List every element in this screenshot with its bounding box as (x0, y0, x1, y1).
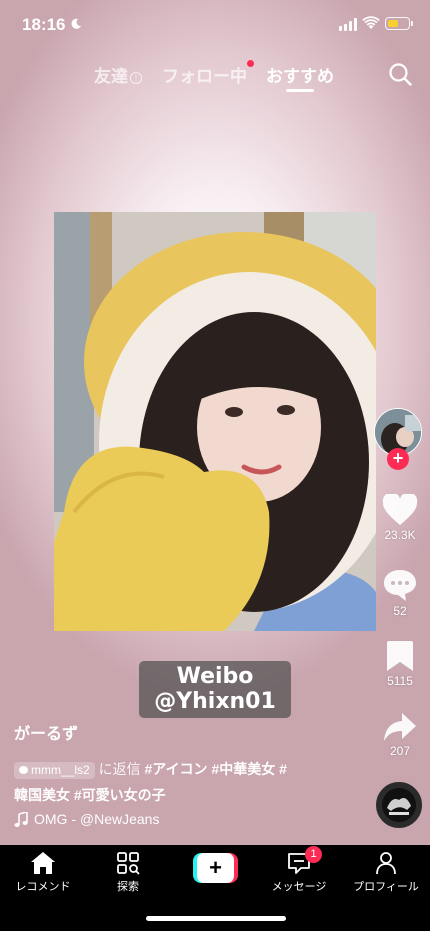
nav-inbox-label: メッセージ (271, 881, 327, 893)
music-disc[interactable] (376, 782, 422, 828)
reply-chip[interactable]: mmm__ls2 (14, 762, 95, 779)
inbox-badge: 1 (305, 846, 322, 863)
save-count: 5115 (387, 674, 413, 688)
watermark-line2: @Yhixn01 (154, 689, 276, 714)
signal-icon (339, 17, 357, 31)
status-time: 18:16 (22, 15, 66, 34)
profile-person-icon (376, 852, 396, 875)
bookmark-icon (387, 641, 413, 671)
share-count: 207 (389, 744, 411, 758)
create-button[interactable]: + (193, 853, 238, 883)
like-button[interactable]: 23.3K (370, 494, 430, 542)
share-button[interactable]: 207 (370, 712, 430, 758)
watermark: Weibo @Yhixn01 (139, 661, 291, 718)
hashtags-line2[interactable]: 韓国美女 #可愛い女の子 (14, 787, 166, 803)
reply-label: に返信 (98, 761, 141, 777)
post-photo[interactable] (54, 212, 376, 631)
home-icon (31, 852, 55, 874)
photo-illustration (54, 212, 376, 631)
comment-icon (384, 570, 416, 601)
music-note-icon (14, 811, 28, 827)
post-caption: がーるず mmm__ls2 に返信 #アイコン #中華美女 # 韓国美女 #可愛… (14, 720, 354, 827)
creator-username[interactable]: がーるず (14, 720, 354, 744)
battery-level (387, 19, 398, 27)
music-title: OMG - @NewJeans (34, 811, 160, 827)
nav-home[interactable]: レコメンド (3, 851, 83, 894)
hashtags-line1[interactable]: #アイコン #中華美女 # (144, 761, 286, 777)
comment-button[interactable]: 52 (370, 568, 430, 618)
tab-following[interactable]: フォロー中 (162, 62, 247, 87)
post-description: mmm__ls2 に返信 #アイコン #中華美女 # 韓国美女 #可愛い女の子 (14, 756, 354, 808)
tab-friends-label: 友達 (94, 67, 128, 86)
top-tabs: 友達! フォロー中 おすすめ (0, 58, 430, 98)
reply-username: mmm__ls2 (31, 763, 90, 777)
tab-for-you[interactable]: おすすめ (266, 62, 334, 87)
nav-discover-label: 探索 (117, 881, 139, 893)
follow-button[interactable]: + (387, 448, 409, 470)
wifi-icon (362, 16, 380, 29)
heart-icon (382, 494, 418, 525)
video-feed[interactable]: 18:16 友達! フォロー中 おすすめ Weibo @Yhixn01 + 23… (0, 0, 430, 845)
save-button[interactable]: 5115 (370, 640, 430, 688)
share-arrow-icon (384, 713, 416, 741)
nav-profile-label: プロフィール (353, 881, 419, 893)
following-notification-dot (247, 60, 254, 67)
moon-icon (71, 18, 81, 29)
nav-home-label: レコメンド (15, 881, 71, 893)
tab-friends[interactable]: 友達! (94, 62, 142, 87)
search-icon[interactable] (388, 62, 412, 86)
music-disc-art (382, 788, 416, 822)
tab-active-indicator (286, 89, 314, 92)
nav-inbox[interactable]: メッセージ (259, 851, 339, 894)
comment-count: 52 (393, 604, 407, 618)
watermark-line1: Weibo (176, 664, 254, 689)
discover-grid-icon (117, 852, 140, 875)
like-count: 23.3K (384, 528, 416, 542)
status-bar: 18:16 (0, 0, 430, 50)
home-indicator[interactable] (146, 916, 286, 921)
info-icon: ! (130, 72, 142, 84)
plus-icon: + (197, 853, 234, 883)
battery-icon (385, 17, 410, 30)
battery-tip (411, 21, 413, 26)
comment-bubble-icon (19, 766, 28, 774)
nav-discover[interactable]: 探索 (88, 851, 168, 894)
music-info[interactable]: OMG - @NewJeans (14, 811, 354, 827)
nav-profile[interactable]: プロフィール (346, 851, 426, 894)
